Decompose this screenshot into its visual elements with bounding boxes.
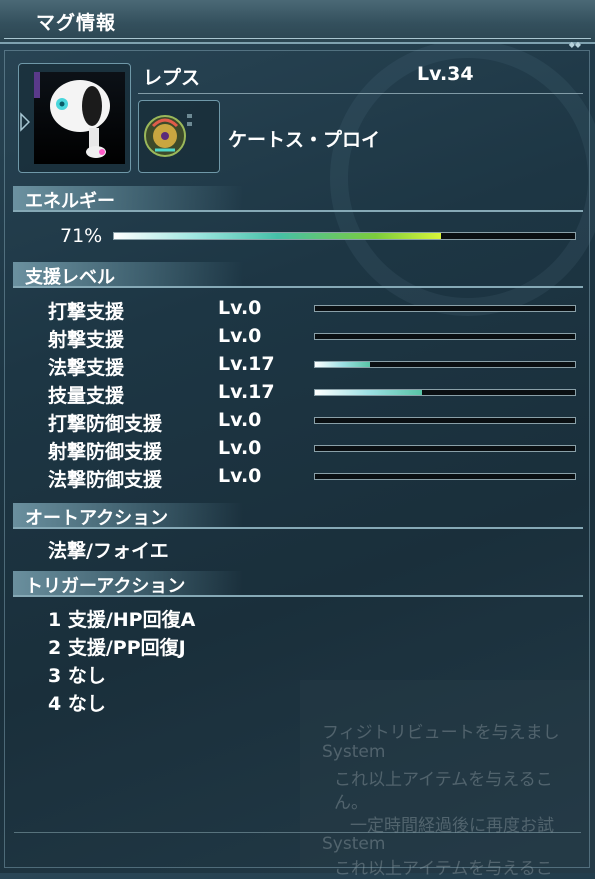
titlebar-divider [4, 38, 591, 39]
section-header-energy: エネルギー [13, 186, 583, 212]
support-bar [314, 389, 576, 396]
mag-portrait-image [34, 72, 125, 164]
support-bar [314, 361, 576, 368]
support-bar-fill [315, 362, 370, 367]
support-bar [314, 417, 576, 424]
support-level: Lv.0 [218, 297, 262, 319]
support-name: 射撃支援 [48, 329, 125, 351]
support-name: 法撃支援 [48, 357, 125, 379]
mag-level: Lv.34 [417, 63, 474, 85]
photon-blast-icon [144, 114, 192, 157]
energy-value: 71% [60, 225, 103, 247]
support-bar [314, 473, 576, 480]
support-name: 技量支援 [48, 385, 125, 407]
support-level: Lv.17 [218, 381, 275, 403]
support-name: 打撃支援 [48, 301, 125, 323]
support-level: Lv.0 [218, 465, 262, 487]
support-name: 打撃防御支援 [48, 413, 163, 435]
support-level: Lv.0 [218, 325, 262, 347]
section-title: トリガーアクション [25, 576, 186, 597]
section-title: オートアクション [25, 508, 169, 529]
mag-name: レプス [143, 67, 201, 89]
auto-action-value: 法撃/フォイエ [48, 540, 169, 562]
energy-bar-fill [114, 233, 442, 239]
bottom-divider [14, 832, 581, 833]
support-level: Lv.0 [218, 437, 262, 459]
window-title: マグ情報 [36, 12, 117, 34]
trigger-action-item: 2 支援/PP回復J [48, 637, 186, 659]
energy-bar [113, 232, 576, 240]
support-bar-fill [315, 390, 422, 395]
photon-blast-name: ケートス・プロイ [228, 129, 381, 151]
mag-robot-icon [34, 72, 110, 158]
section-title: 支援レベル [25, 267, 115, 288]
support-level: Lv.17 [218, 353, 275, 375]
trigger-action-item: 4 なし [48, 693, 106, 715]
support-bar [314, 445, 576, 452]
support-bar [314, 305, 576, 312]
window-titlebar[interactable]: マグ情報 ◆◆ [0, 0, 595, 49]
support-level: Lv.0 [218, 409, 262, 431]
support-name: 法撃防御支援 [48, 469, 163, 491]
name-divider [138, 93, 583, 94]
trigger-action-item: 1 支援/HP回復A [48, 609, 196, 631]
titlebar-corner-dots: ◆◆ [568, 40, 581, 49]
trigger-action-item: 3 なし [48, 665, 106, 687]
expand-arrow-icon [20, 112, 30, 132]
support-bar [314, 333, 576, 340]
section-header-trigger-action: トリガーアクション [13, 571, 583, 597]
section-title: エネルギー [25, 191, 115, 212]
support-name: 射撃防御支援 [48, 441, 163, 463]
section-header-support: 支援レベル [13, 262, 583, 288]
section-header-auto-action: オートアクション [13, 503, 583, 529]
